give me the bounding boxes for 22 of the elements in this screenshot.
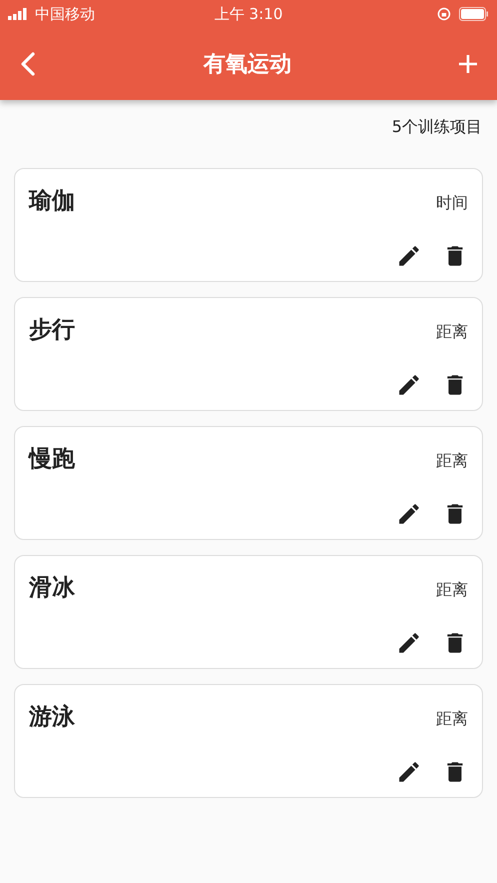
measure-type: 距离 bbox=[436, 321, 468, 343]
measure-type: 距离 bbox=[436, 708, 468, 730]
battery-icon bbox=[459, 7, 490, 21]
exercise-name: 慢跑 bbox=[29, 445, 75, 474]
plus-icon bbox=[457, 53, 479, 75]
exercise-card[interactable]: 慢跑 距离 bbox=[14, 426, 483, 540]
measure-type: 距离 bbox=[436, 579, 468, 601]
measure-type: 距离 bbox=[436, 450, 468, 472]
measure-type: 时间 bbox=[436, 192, 468, 214]
exercise-card[interactable]: 滑冰 距离 bbox=[14, 555, 483, 669]
exercise-card[interactable]: 游泳 距离 bbox=[14, 684, 483, 798]
exercise-name: 瑜伽 bbox=[29, 187, 75, 216]
exercise-card[interactable]: 瑜伽 时间 bbox=[14, 168, 483, 282]
exercise-name: 步行 bbox=[29, 316, 75, 345]
status-time: 上午 3:10 bbox=[214, 4, 283, 24]
rotation-lock-icon bbox=[437, 7, 452, 21]
exercise-count: 5个训练项目 bbox=[392, 117, 482, 136]
exercise-name: 滑冰 bbox=[29, 574, 75, 603]
exercise-card[interactable]: 步行 距离 bbox=[14, 297, 483, 411]
carrier-name: 中国移动 bbox=[35, 4, 95, 24]
exercise-name: 游泳 bbox=[29, 703, 75, 732]
page-title: 有氧运动 bbox=[202, 51, 292, 79]
